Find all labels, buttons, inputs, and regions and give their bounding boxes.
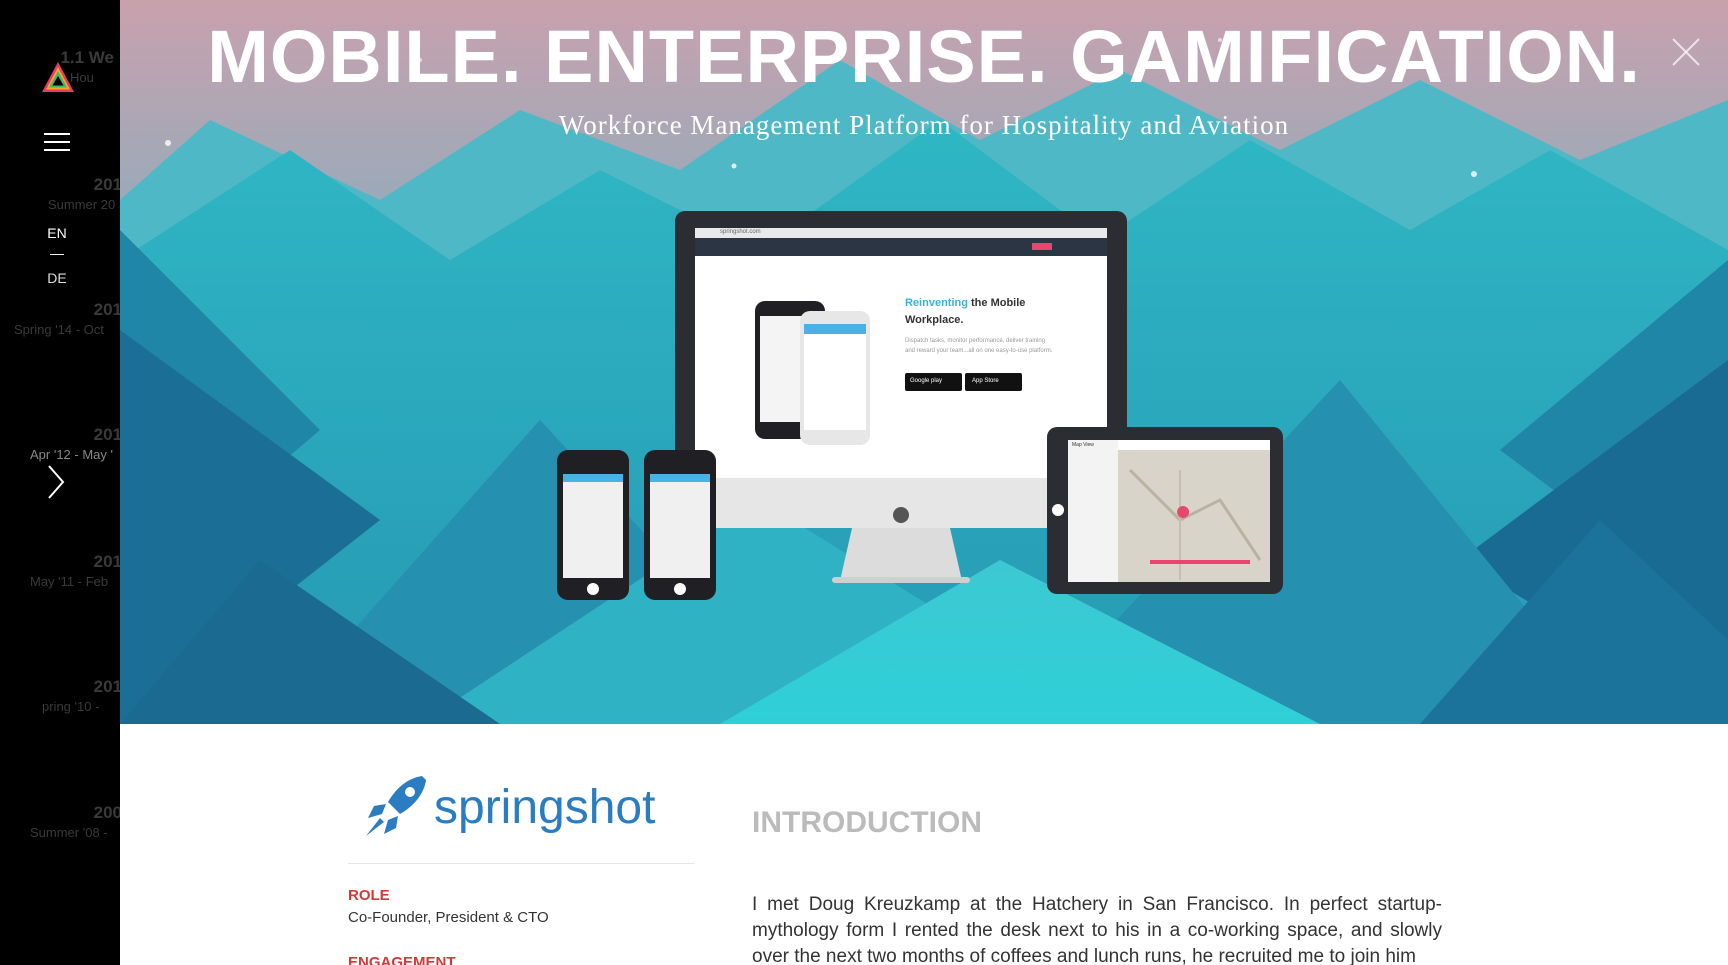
role-value: Co-Founder, President & CTO bbox=[348, 909, 549, 926]
timeline-year: 200 bbox=[93, 803, 120, 822]
timeline-year: 201 bbox=[93, 300, 120, 319]
mockup-headline-rest: the Mobile bbox=[967, 297, 1026, 309]
timeline-year: 201 bbox=[93, 425, 120, 444]
springshot-logo: springshot bbox=[364, 774, 656, 844]
timeline-period: Apr '12 - May ' bbox=[30, 447, 113, 462]
hero-title: MOBILE. ENTERPRISE. GAMIFICATION. bbox=[207, 15, 1641, 98]
mockup-headline-line2: Workplace. bbox=[905, 314, 964, 326]
timeline-year: 201 bbox=[93, 552, 120, 571]
mountain-background bbox=[120, 0, 1728, 724]
rocket-icon bbox=[366, 776, 426, 836]
introduction-heading: INTRODUCTION bbox=[752, 806, 982, 839]
timeline-year: 201 bbox=[93, 677, 120, 696]
close-icon[interactable] bbox=[1670, 36, 1702, 68]
mockup-url: springshot.com bbox=[720, 229, 761, 235]
timeline-period: May '11 - Feb bbox=[30, 574, 109, 589]
brand-name: springshot bbox=[434, 781, 656, 834]
timeline-period: pring '10 - bbox=[42, 699, 100, 714]
timeline-period: Summer 20 bbox=[48, 197, 116, 212]
language-separator: — bbox=[50, 245, 64, 261]
timeline-year: 201 bbox=[93, 175, 120, 194]
timeline-period: Summer '08 - bbox=[30, 825, 108, 840]
hero-banner: MOBILE. ENTERPRISE. GAMIFICATION. Workfo… bbox=[120, 0, 1728, 724]
tablet-title: Map View bbox=[1072, 442, 1094, 448]
language-en[interactable]: EN bbox=[0, 225, 114, 241]
badge-google: Google play bbox=[910, 378, 943, 384]
hamburger-menu-icon[interactable] bbox=[44, 131, 70, 153]
project-content: springshot ROLE Co-Founder, President & … bbox=[120, 724, 1728, 965]
badge-apple: App Store bbox=[972, 378, 999, 384]
timeline-period: Spring '14 - Oct bbox=[14, 322, 104, 337]
introduction-text: I met Doug Kreuzkamp at the Hatchery in … bbox=[752, 894, 1442, 965]
sidebar: 1.1 We Hou 201 Summer 20 201 Spring '14 … bbox=[0, 0, 120, 965]
triangle-logo-icon[interactable] bbox=[40, 60, 76, 96]
chevron-right-icon[interactable] bbox=[46, 464, 66, 500]
tablet-mockup bbox=[1047, 427, 1283, 594]
mockup-headline-accent: Reinventing bbox=[905, 297, 968, 309]
mockup-headline: Reinventing the Mobile Workplace. bbox=[905, 295, 1055, 329]
language-de[interactable]: DE bbox=[0, 270, 114, 286]
mockup-body: Dispatch tasks, monitor performance, del… bbox=[905, 338, 1053, 354]
engagement-label: ENGAGEMENT bbox=[348, 954, 456, 965]
hero-subtitle: Workforce Management Platform for Hospit… bbox=[558, 110, 1290, 140]
role-label: ROLE bbox=[348, 887, 390, 904]
divider bbox=[348, 863, 694, 864]
